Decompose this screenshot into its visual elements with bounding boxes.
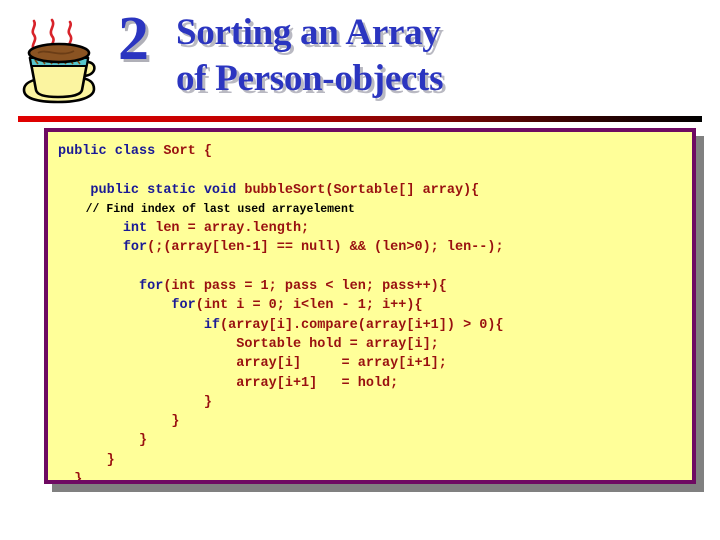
code-token: Sort { bbox=[163, 144, 212, 159]
code-line: public class Sort { bbox=[58, 142, 692, 161]
code-token: (;(array[len-1] == null) && (len>0); len… bbox=[147, 240, 504, 256]
code-listing-content: public class Sort { public static void b… bbox=[48, 132, 692, 480]
code-token: array[i+1] = hold; bbox=[236, 375, 399, 391]
code-token: // Find index of last used arrayelement bbox=[85, 202, 355, 216]
code-line: } bbox=[58, 431, 692, 450]
code-token: } bbox=[106, 452, 115, 468]
code-line: for(;(array[len-1] == null) && (len>0); … bbox=[58, 238, 692, 257]
code-line: if(array[i].compare(array[i+1]) > 0){ bbox=[58, 316, 692, 335]
code-line: array[i+1] = hold; bbox=[58, 374, 692, 393]
title-line-1: Sorting an Array bbox=[176, 12, 441, 53]
code-line: public static void bubbleSort(Sortable[]… bbox=[58, 181, 692, 200]
code-token: bubbleSort(Sortable[] array){ bbox=[244, 182, 480, 198]
code-token: Sortable hold = array[i]; bbox=[236, 336, 439, 352]
code-token: int bbox=[122, 221, 156, 237]
header-divider-rule bbox=[18, 116, 702, 122]
code-line: } bbox=[58, 470, 692, 484]
code-token: for bbox=[171, 298, 196, 314]
code-token: } bbox=[203, 394, 212, 410]
code-line: int len = array.length; bbox=[58, 219, 692, 238]
code-token: } bbox=[139, 433, 148, 449]
code-line: for(int pass = 1; pass < len; pass++){ bbox=[58, 277, 692, 296]
code-line: Sortable hold = array[i]; bbox=[58, 335, 692, 354]
bullet-number: 2 bbox=[118, 5, 149, 73]
code-token: } bbox=[74, 472, 83, 484]
code-line: for(int i = 0; i<len - 1; i++){ bbox=[58, 296, 692, 315]
code-line: } bbox=[58, 451, 692, 470]
code-listing-box: public class Sort { public static void b… bbox=[44, 128, 696, 484]
code-token: len = array.length; bbox=[155, 221, 310, 237]
code-token: public class bbox=[58, 144, 164, 159]
page-title: Sorting an Array of Person-objects bbox=[176, 10, 716, 102]
code-token: } bbox=[171, 414, 180, 430]
code-token: array[i] = array[i+1]; bbox=[236, 356, 447, 372]
code-token: public static void bbox=[90, 182, 245, 198]
title-line-2: of Person-objects bbox=[176, 58, 444, 99]
code-token: for bbox=[139, 279, 164, 295]
code-token: if bbox=[203, 317, 221, 333]
code-line: // Find index of last used arrayelement bbox=[58, 200, 692, 219]
code-token: for bbox=[122, 240, 148, 256]
code-line: array[i] = array[i+1]; bbox=[58, 354, 692, 373]
code-token: (int i = 0; i<len - 1; i++){ bbox=[195, 298, 423, 314]
code-line: } bbox=[58, 412, 692, 431]
slide-header: 2 Sorting an Array of Person-objects bbox=[0, 0, 720, 122]
coffee-cup-icon bbox=[8, 4, 108, 116]
code-line: } bbox=[58, 393, 692, 412]
code-token: (int pass = 1; pass < len; pass++){ bbox=[163, 279, 447, 295]
code-token: (array[i].compare(array[i+1]) > 0){ bbox=[220, 317, 504, 333]
